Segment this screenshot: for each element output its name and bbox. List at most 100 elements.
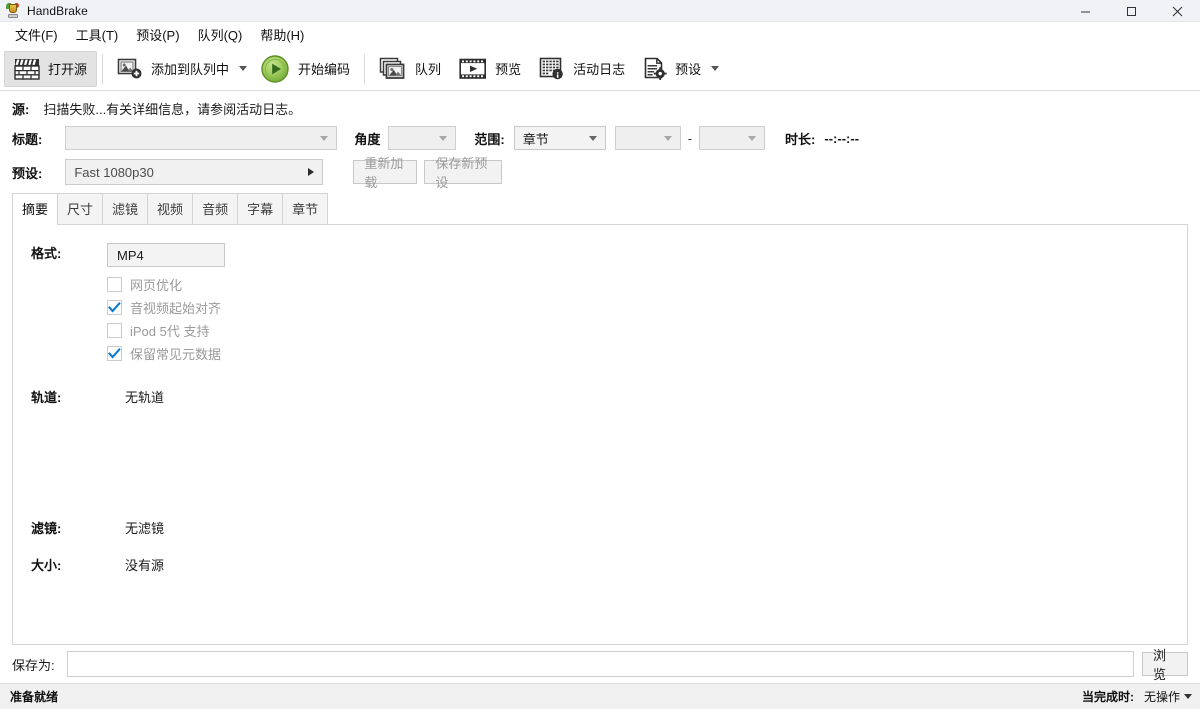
browse-button[interactable]: 浏览 bbox=[1142, 652, 1188, 676]
checkbox-passthru-metadata[interactable]: 保留常见元数据 bbox=[107, 342, 1187, 365]
film-clapper-icon bbox=[14, 58, 40, 80]
menu-help[interactable]: 帮助(H) bbox=[251, 22, 313, 47]
handbrake-window: HandBrake 文件(F) 工具(T) 预设(P) 队列(Q) 帮助(H) bbox=[0, 0, 1200, 709]
format-label: 格式: bbox=[31, 243, 107, 262]
maximize-icon[interactable] bbox=[1108, 0, 1154, 22]
tab-bar: 摘要 尺寸 滤镜 视频 音频 字幕 章节 bbox=[12, 193, 1200, 224]
add-to-queue-button[interactable]: 添加到队列中 bbox=[108, 51, 251, 87]
size-label: 大小: bbox=[31, 555, 107, 574]
tab-chapters[interactable]: 章节 bbox=[282, 193, 328, 224]
checkbox-passthru-metadata-label: 保留常见元数据 bbox=[130, 344, 221, 363]
checkbox-ipod-5g-support-box[interactable] bbox=[107, 323, 122, 338]
open-source-button[interactable]: 打开源 bbox=[4, 51, 97, 87]
tab-video[interactable]: 视频 bbox=[147, 193, 193, 224]
checkbox-passthru-metadata-box[interactable] bbox=[107, 346, 122, 361]
save-new-preset-label: 保存新预设 bbox=[435, 153, 491, 191]
source-label: 源: bbox=[12, 99, 29, 118]
queue-button[interactable]: 队列 bbox=[370, 51, 450, 87]
reload-preset-button[interactable]: 重新加载 bbox=[353, 160, 417, 184]
tab-subtitles[interactable]: 字幕 bbox=[237, 193, 283, 224]
preset-select-value: Fast 1080p30 bbox=[74, 165, 154, 180]
source-row: 源: 扫描失败...有关详细信息，请参阅活动日志。 bbox=[0, 95, 1200, 121]
filters-row: 滤镜: 无滤镜 bbox=[13, 518, 1187, 537]
preset-row: 预设: Fast 1080p30 重新加载 保存新预设 bbox=[0, 155, 1200, 189]
filters-value: 无滤镜 bbox=[125, 518, 164, 537]
range-type-select[interactable]: 章节 bbox=[514, 126, 606, 150]
checkbox-web-optimized-box[interactable] bbox=[107, 277, 122, 292]
preview-label: 预览 bbox=[495, 59, 521, 78]
menu-file[interactable]: 文件(F) bbox=[6, 22, 67, 47]
save-new-preset-button[interactable]: 保存新预设 bbox=[424, 160, 502, 184]
duration-label: 时长: bbox=[785, 129, 815, 148]
document-gear-icon bbox=[643, 57, 667, 81]
range-end-select[interactable] bbox=[699, 126, 765, 150]
presets-label: 预设 bbox=[675, 59, 701, 78]
when-done-select[interactable]: 无操作 bbox=[1144, 688, 1192, 705]
save-as-label: 保存为: bbox=[12, 655, 55, 674]
duration-value: --:--:-- bbox=[824, 131, 859, 146]
statusbar: 准备就绪 当完成时: 无操作 bbox=[0, 683, 1200, 709]
chevron-down-icon-presets[interactable] bbox=[711, 66, 719, 71]
angle-label: 角度 bbox=[354, 129, 380, 148]
window-title: HandBrake bbox=[27, 4, 88, 18]
checkbox-align-av-start[interactable]: 音视频起始对齐 bbox=[107, 296, 1187, 319]
menu-tools[interactable]: 工具(T) bbox=[67, 22, 128, 47]
checkbox-web-optimized-label: 网页优化 bbox=[130, 275, 182, 294]
tab-chapters-label: 章节 bbox=[292, 202, 318, 217]
when-done-group: 当完成时: 无操作 bbox=[1082, 688, 1192, 705]
summary-panel: 格式: MP4 网页优化 音视频起始对齐 iPod 5代 支持 bbox=[12, 224, 1188, 645]
chevron-down-icon-when-done bbox=[1184, 694, 1192, 699]
chevron-down-icon-angle bbox=[439, 136, 447, 141]
activity-log-label: 活动日志 bbox=[573, 59, 625, 78]
format-row: 格式: MP4 bbox=[13, 243, 1187, 267]
tabs-container: 摘要 尺寸 滤镜 视频 音频 字幕 章节 bbox=[0, 193, 1200, 224]
tracks-value: 无轨道 bbox=[125, 387, 164, 406]
status-text: 准备就绪 bbox=[10, 688, 58, 705]
preview-button[interactable]: 预览 bbox=[450, 51, 530, 87]
chevron-down-icon[interactable] bbox=[239, 66, 247, 71]
toolbar-separator bbox=[102, 54, 103, 84]
minimize-icon[interactable] bbox=[1062, 0, 1108, 22]
save-as-input[interactable] bbox=[67, 651, 1134, 677]
format-select[interactable]: MP4 bbox=[107, 243, 225, 267]
range-label: 范围: bbox=[474, 129, 504, 148]
size-row: 大小: 没有源 bbox=[13, 555, 1187, 574]
filters-label: 滤镜: bbox=[31, 518, 107, 537]
tab-filters[interactable]: 滤镜 bbox=[102, 193, 148, 224]
title-label: 标题: bbox=[12, 129, 42, 148]
activity-log-button[interactable]: 活动日志 bbox=[530, 51, 634, 87]
presets-button[interactable]: 预设 bbox=[634, 51, 723, 87]
titlebar: HandBrake bbox=[0, 0, 1200, 22]
checkbox-align-av-start-label: 音视频起始对齐 bbox=[130, 298, 221, 317]
toolbar-separator-2 bbox=[364, 54, 365, 84]
angle-select[interactable] bbox=[388, 126, 456, 150]
tab-audio-label: 音频 bbox=[202, 202, 228, 217]
when-done-value: 无操作 bbox=[1144, 688, 1180, 705]
film-play-icon bbox=[459, 58, 487, 80]
tab-audio[interactable]: 音频 bbox=[192, 193, 238, 224]
start-encode-button[interactable]: 开始编码 bbox=[251, 51, 359, 87]
open-source-label: 打开源 bbox=[48, 59, 87, 78]
menubar: 文件(F) 工具(T) 预设(P) 队列(Q) 帮助(H) bbox=[0, 22, 1200, 47]
toolbar: 打开源 添加到队列中 bbox=[0, 47, 1200, 91]
tab-dimensions[interactable]: 尺寸 bbox=[57, 193, 103, 224]
checkbox-ipod-5g-support[interactable]: iPod 5代 支持 bbox=[107, 319, 1187, 342]
tab-summary-label: 摘要 bbox=[22, 202, 48, 217]
range-start-select[interactable] bbox=[615, 126, 681, 150]
window-controls bbox=[1062, 0, 1200, 22]
tab-dimensions-label: 尺寸 bbox=[67, 202, 93, 217]
menu-presets[interactable]: 预设(P) bbox=[127, 22, 188, 47]
checkbox-web-optimized[interactable]: 网页优化 bbox=[107, 273, 1187, 296]
tab-summary[interactable]: 摘要 bbox=[12, 193, 58, 225]
menu-queue[interactable]: 队列(Q) bbox=[189, 22, 252, 47]
preset-label: 预设: bbox=[12, 163, 42, 182]
chevron-down-icon-range-start bbox=[664, 136, 672, 141]
checkbox-align-av-start-box[interactable] bbox=[107, 300, 122, 315]
title-select[interactable] bbox=[65, 126, 337, 150]
reload-preset-label: 重新加载 bbox=[364, 153, 406, 191]
close-icon[interactable] bbox=[1154, 0, 1200, 22]
handbrake-pineapple-icon bbox=[5, 3, 21, 19]
browse-button-label: 浏览 bbox=[1153, 645, 1177, 683]
preset-select[interactable]: Fast 1080p30 bbox=[65, 159, 323, 185]
title-angle-range-row: 标题: 角度 范围: 章节 - 时长: --:--:-- bbox=[0, 121, 1200, 155]
